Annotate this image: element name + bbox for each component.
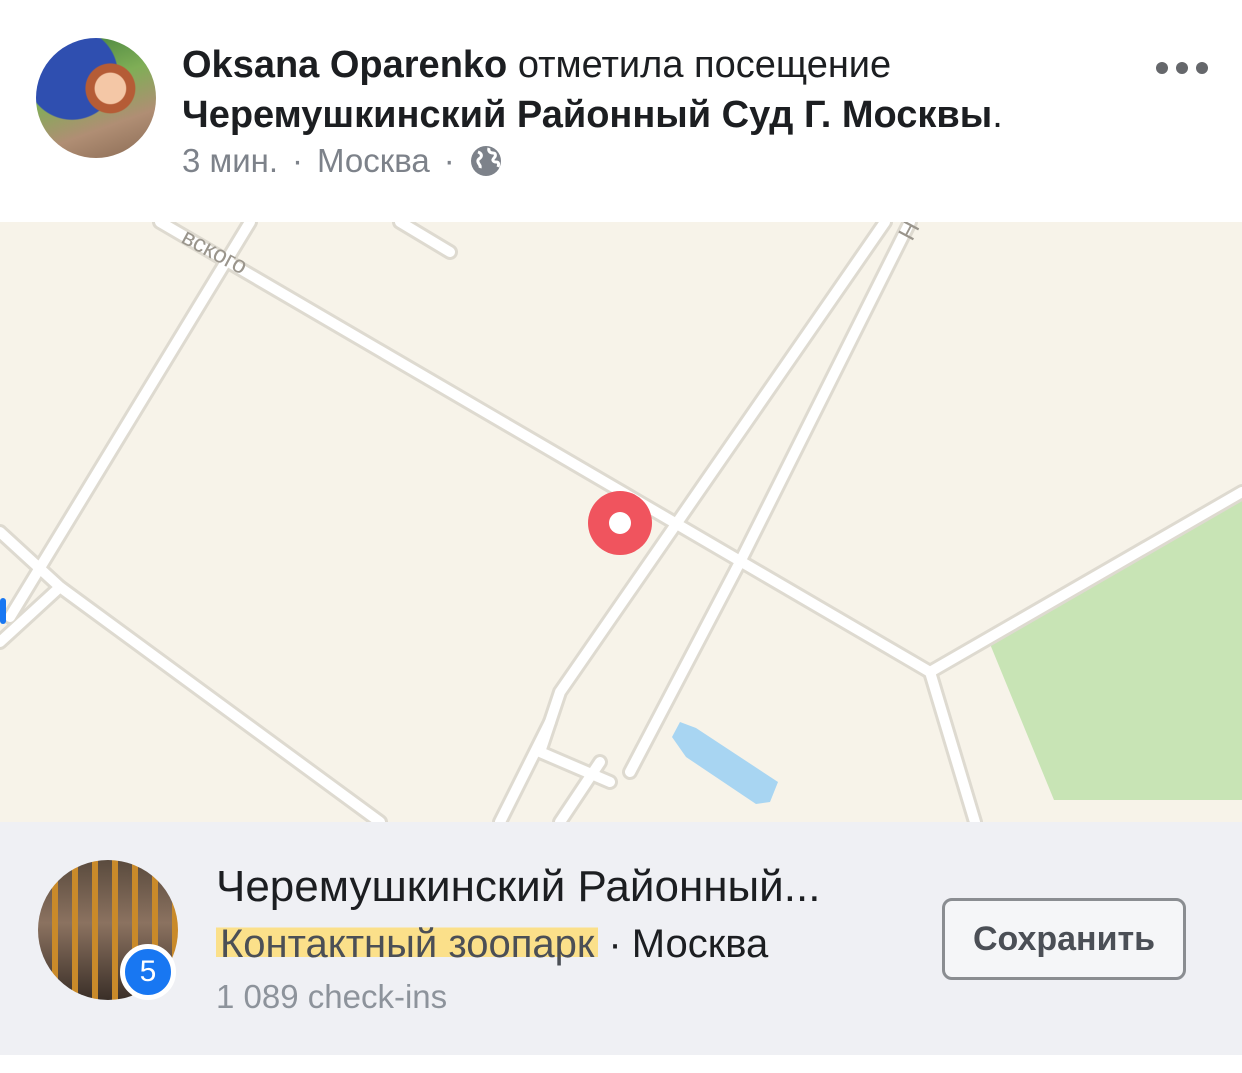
more-icon[interactable] bbox=[1156, 58, 1208, 78]
place-checkins: 1 089 check-ins bbox=[216, 978, 448, 1015]
headline-period: . bbox=[992, 94, 1003, 136]
post-time[interactable]: 3 мин. bbox=[182, 142, 278, 180]
place-name-link[interactable]: Черемушкинский Районный Суд Г. Москвы bbox=[182, 94, 992, 136]
map-view[interactable]: вского Н bbox=[0, 222, 1242, 822]
map-pin-icon[interactable] bbox=[588, 491, 652, 555]
meta-separator: · bbox=[292, 142, 304, 179]
action-text: отметила посещение bbox=[517, 44, 892, 86]
place-city: Москва bbox=[631, 922, 769, 966]
post-location[interactable]: Москва bbox=[317, 142, 430, 180]
place-category: Контактный зоопарк bbox=[216, 922, 599, 967]
subtitle-separator: · bbox=[608, 922, 622, 966]
place-subtitle: Контактный зоопарк · Москва bbox=[216, 922, 768, 967]
checkin-count-badge: 5 bbox=[120, 944, 176, 1000]
author-avatar[interactable] bbox=[36, 38, 156, 158]
post-headline: Oksana Oparenko отметила посещение Черем… bbox=[182, 40, 1142, 140]
meta-separator: · bbox=[443, 142, 455, 179]
place-title[interactable]: Черемушкинский Районный... bbox=[216, 862, 820, 912]
place-card[interactable]: 5 Черемушкинский Районный... Контактный … bbox=[0, 822, 1242, 1055]
edge-marker bbox=[0, 598, 6, 624]
post-header: Oksana Oparenko отметила посещение Черем… bbox=[0, 0, 1242, 222]
post-meta: 3 мин. · Москва · bbox=[182, 142, 503, 180]
author-name-link[interactable]: Oksana Oparenko bbox=[182, 44, 507, 86]
globe-icon[interactable] bbox=[469, 144, 503, 178]
map-canvas[interactable]: вского Н bbox=[0, 222, 1242, 822]
save-button[interactable]: Сохранить bbox=[942, 898, 1186, 980]
